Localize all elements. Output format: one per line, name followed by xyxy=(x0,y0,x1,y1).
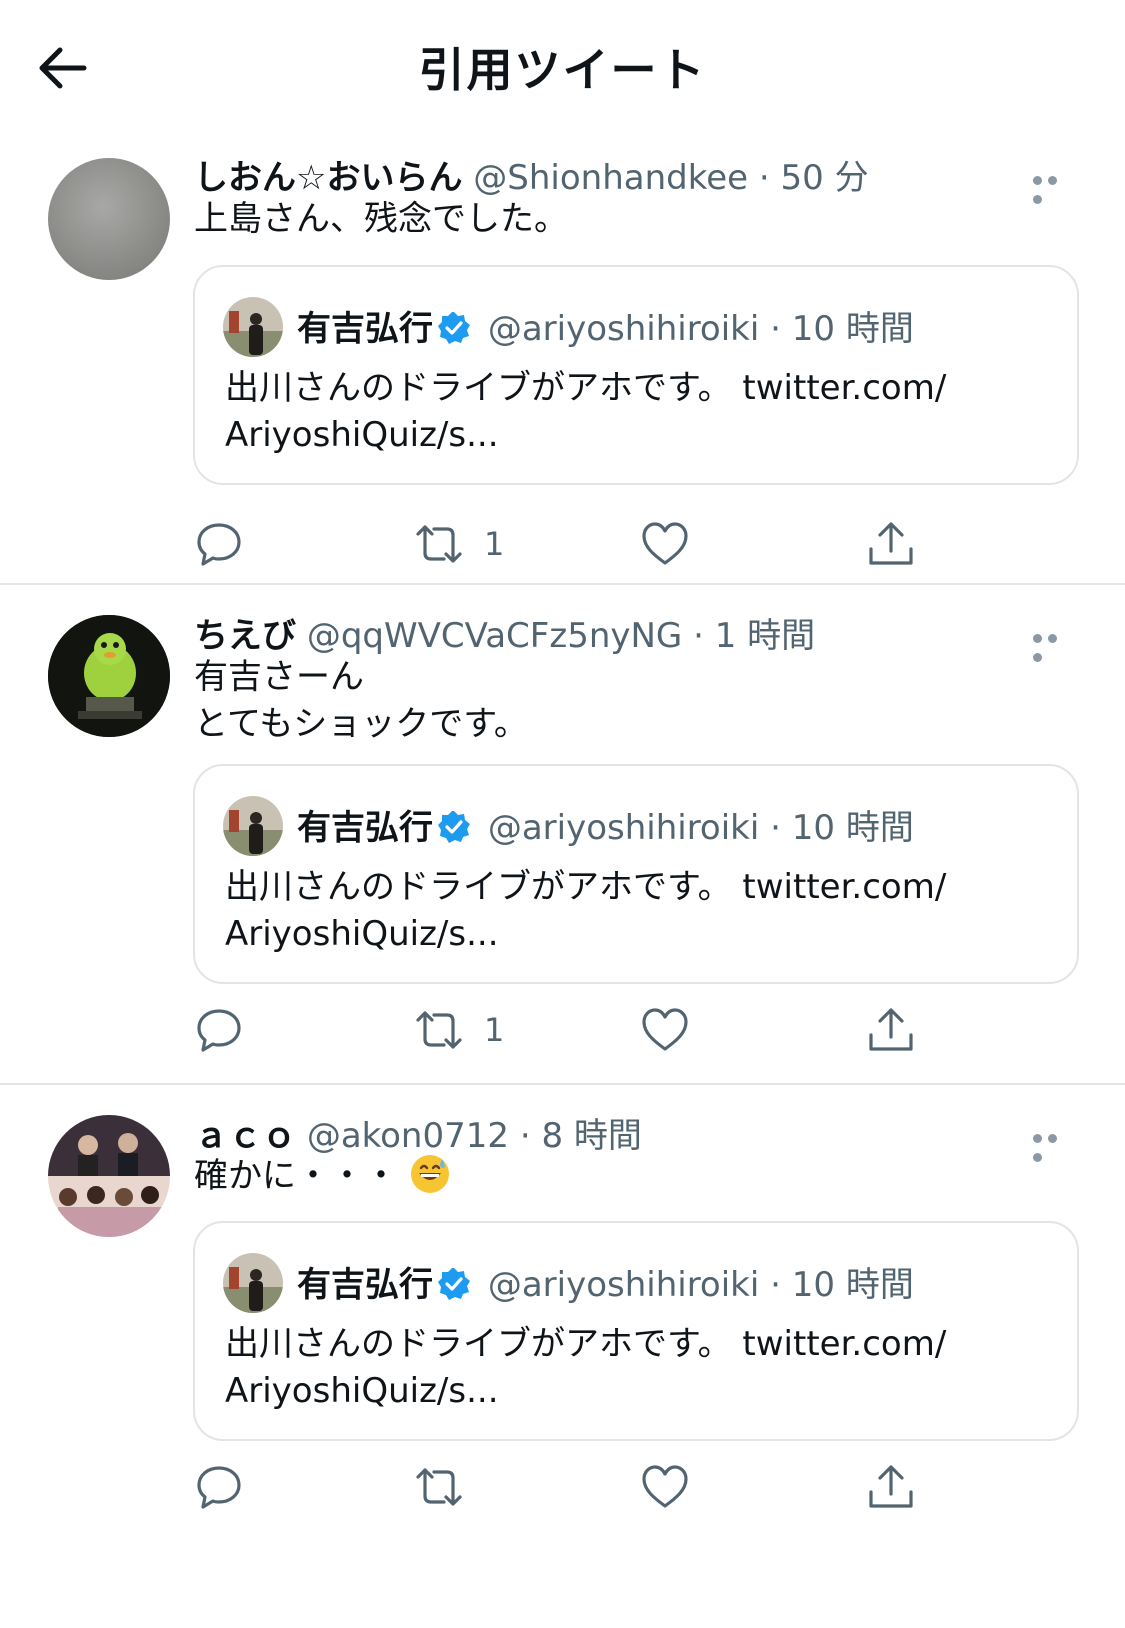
action-bar: 1 xyxy=(194,514,954,574)
quoted-display-name: 有吉弘行 xyxy=(297,808,433,848)
quoted-tweet-card[interactable]: 有吉弘行 @ariyoshihiroiki · 10 時間 出川さんのドライブが… xyxy=(193,265,1079,485)
quoted-handle: @ariyoshihiroiki xyxy=(487,309,760,349)
retweet-icon xyxy=(416,525,462,563)
retweet-count: 1 xyxy=(484,525,505,563)
quoted-avatar xyxy=(223,796,283,856)
tweet-text: 上島さん、残念でした。 xyxy=(194,199,568,239)
quoted-timestamp: 10 時間 xyxy=(791,808,914,848)
tweet-text-content: 確かに・・・ xyxy=(194,1156,398,1196)
retweet-count: 1 xyxy=(484,1011,505,1049)
quoted-tweet-card[interactable]: 有吉弘行 @ariyoshihiroiki · 10 時間 出川さんのドライブが… xyxy=(193,764,1079,984)
reply-icon xyxy=(197,1466,241,1509)
like-button[interactable] xyxy=(640,1457,690,1517)
quoted-handle: @ariyoshihiroiki xyxy=(487,1265,760,1305)
separator-dot: · xyxy=(770,1265,781,1305)
reply-button[interactable] xyxy=(194,1000,244,1060)
action-bar xyxy=(194,1457,954,1517)
reply-icon xyxy=(197,1009,241,1052)
reply-icon xyxy=(197,523,241,566)
like-button[interactable] xyxy=(640,1000,690,1060)
tweet-header: しおん☆おいらん @Shionhandkee · 50 分 xyxy=(194,150,869,199)
grinning-sweat-emoji xyxy=(410,1155,449,1193)
quoted-timestamp: 10 時間 xyxy=(791,1265,914,1305)
handle[interactable]: @akon0712 xyxy=(307,1116,509,1156)
quoted-display-name: 有吉弘行 xyxy=(297,309,433,349)
quoted-text: 出川さんのドライブがアホです。 twitter.com/ AriyoshiQui… xyxy=(225,867,947,954)
avatar[interactable] xyxy=(48,158,170,280)
timestamp[interactable]: 8 時間 xyxy=(541,1116,641,1156)
avatar[interactable] xyxy=(48,1115,170,1237)
retweet-button[interactable]: 1 xyxy=(414,514,504,574)
tweet-text: 有吉さーん とてもショックです。 xyxy=(194,657,528,744)
divider xyxy=(0,583,1125,585)
more-dots-icon[interactable] xyxy=(1033,1128,1077,1162)
display-name[interactable]: しおん☆おいらん xyxy=(194,158,462,198)
share-button[interactable] xyxy=(866,514,916,574)
quoted-handle: @ariyoshihiroiki xyxy=(487,808,760,848)
share-icon xyxy=(869,522,913,565)
tweet-text: 確かに・・・ xyxy=(194,1153,451,1200)
heart-icon xyxy=(642,522,688,565)
timestamp[interactable]: 50 分 xyxy=(781,158,869,198)
quoted-avatar xyxy=(223,1253,283,1313)
separator-dot: · xyxy=(758,158,770,198)
share-icon xyxy=(869,1465,913,1508)
top-bar: 引用ツイート xyxy=(0,0,1125,130)
more-dots-icon[interactable] xyxy=(1033,170,1077,204)
retweet-icon xyxy=(416,1468,462,1506)
separator-dot: · xyxy=(770,808,781,848)
retweet-icon xyxy=(416,1011,462,1049)
avatar[interactable] xyxy=(48,615,170,737)
separator-dot: · xyxy=(770,309,781,349)
display-name[interactable]: ちえび xyxy=(194,616,296,656)
divider xyxy=(0,1083,1125,1085)
quoted-header: 有吉弘行 @ariyoshihiroiki · 10 時間 xyxy=(297,800,914,849)
more-dots-icon[interactable] xyxy=(1033,628,1077,662)
page-title: 引用ツイート xyxy=(418,43,707,97)
quoted-header: 有吉弘行 @ariyoshihiroiki · 10 時間 xyxy=(297,301,914,350)
share-icon xyxy=(869,1008,913,1051)
quoted-avatar xyxy=(223,297,283,357)
share-button[interactable] xyxy=(866,1457,916,1517)
quoted-text: 出川さんのドライブがアホです。 twitter.com/ AriyoshiQui… xyxy=(225,368,947,455)
heart-icon xyxy=(642,1008,688,1051)
tweet-header: ちえび @qqWVCVaCFz5nyNG · 1 時間 xyxy=(194,608,815,657)
quoted-tweet-card[interactable]: 有吉弘行 @ariyoshihiroiki · 10 時間 出川さんのドライブが… xyxy=(193,1221,1079,1441)
retweet-button[interactable]: 1 xyxy=(414,1000,504,1060)
retweet-button[interactable] xyxy=(414,1457,484,1517)
display-name[interactable]: ａｃｏ xyxy=(194,1116,296,1156)
action-bar: 1 xyxy=(194,1000,954,1060)
tweet-header: ａｃｏ @akon0712 · 8 時間 xyxy=(194,1108,642,1157)
quoted-text: 出川さんのドライブがアホです。 twitter.com/ AriyoshiQui… xyxy=(225,1324,947,1411)
separator-dot: · xyxy=(519,1116,531,1156)
reply-button[interactable] xyxy=(194,1457,244,1517)
like-button[interactable] xyxy=(640,514,690,574)
quoted-header: 有吉弘行 @ariyoshihiroiki · 10 時間 xyxy=(297,1257,914,1306)
share-button[interactable] xyxy=(866,1000,916,1060)
verified-badge-icon xyxy=(438,811,470,843)
reply-button[interactable] xyxy=(194,514,244,574)
separator-dot: · xyxy=(693,616,704,656)
verified-badge-icon xyxy=(438,1268,470,1300)
handle[interactable]: @Shionhandkee xyxy=(473,158,748,198)
handle[interactable]: @qqWVCVaCFz5nyNG xyxy=(307,616,682,656)
verified-badge-icon xyxy=(438,312,470,344)
quoted-display-name: 有吉弘行 xyxy=(297,1265,433,1305)
heart-icon xyxy=(642,1465,688,1508)
timestamp[interactable]: 1 時間 xyxy=(715,616,815,656)
quoted-timestamp: 10 時間 xyxy=(791,309,914,349)
